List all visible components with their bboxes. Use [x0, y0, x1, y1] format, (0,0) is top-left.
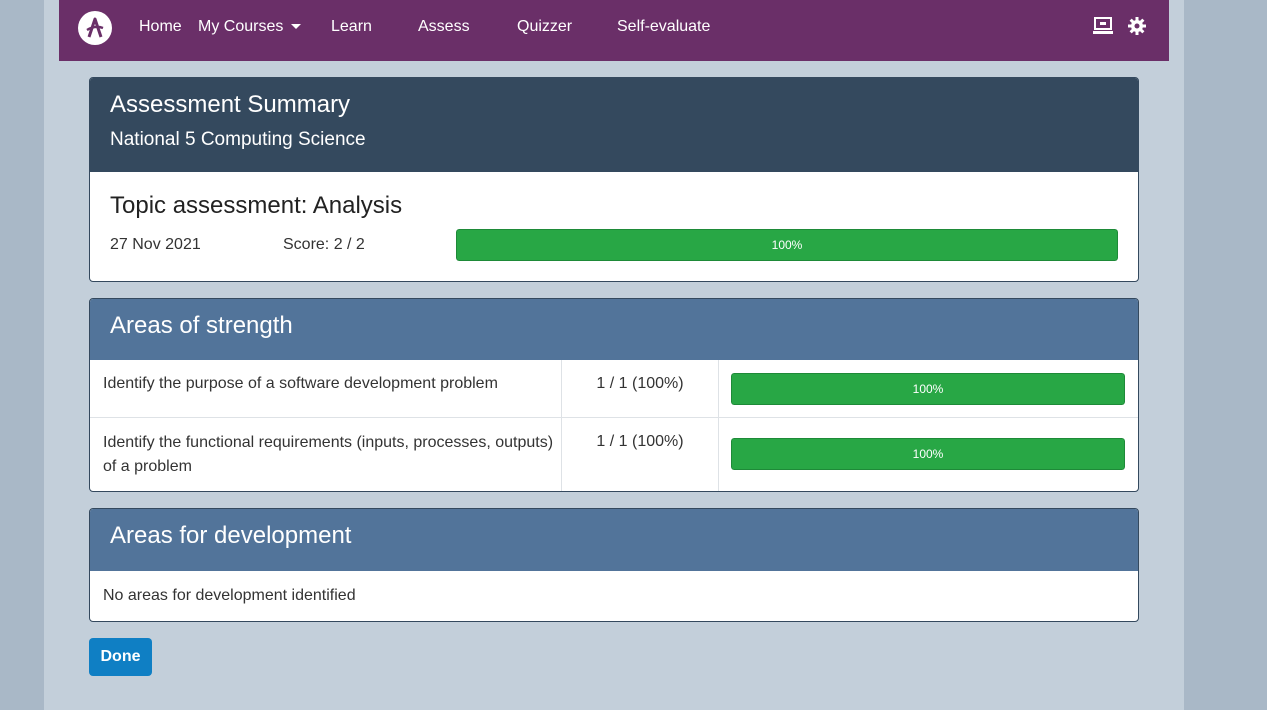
chevron-down-icon — [291, 24, 302, 30]
column-divider — [718, 360, 719, 417]
development-empty-text: No areas for development identified — [103, 587, 356, 604]
strength-header: Areas of strength — [90, 299, 1138, 360]
summary-title: Assessment Summary — [110, 91, 351, 118]
assessment-score: Score: 2 / 2 — [283, 236, 365, 253]
column-divider — [718, 418, 719, 491]
strength-card: Areas of strength Identify the purpose o… — [89, 298, 1139, 492]
nav-home[interactable]: Home — [139, 18, 182, 36]
development-card: Areas for development No areas for devel… — [89, 508, 1139, 622]
summary-card: Assessment Summary National 5 Computing … — [89, 77, 1139, 282]
topic-title: Topic assessment: Analysis — [110, 192, 403, 219]
column-divider — [561, 418, 562, 491]
gear-icon[interactable] — [1128, 17, 1146, 40]
nav-learn[interactable]: Learn — [331, 18, 372, 36]
summary-header: Assessment Summary National 5 Computing … — [90, 78, 1138, 172]
strength-title: Areas of strength — [110, 312, 293, 339]
strength-item-text: Identify the purpose of a software devel… — [103, 375, 498, 392]
done-button[interactable]: Done — [89, 638, 152, 676]
laptop-icon[interactable] — [1093, 17, 1113, 40]
table-row: Identify the purpose of a software devel… — [90, 360, 1138, 418]
assessment-date: 27 Nov 2021 — [110, 236, 201, 253]
nav-my-courses-label: My Courses — [198, 18, 284, 35]
nav-assess[interactable]: Assess — [418, 18, 470, 36]
nav-self-evaluate[interactable]: Self-evaluate — [617, 18, 710, 36]
strength-item-score: 1 / 1 (100%) — [596, 433, 684, 450]
app-logo[interactable] — [78, 11, 112, 45]
strength-progress-fill: 100% — [731, 438, 1125, 470]
strength-item-text: Identify the functional requirements (in… — [103, 434, 554, 475]
course-name: National 5 Computing Science — [110, 129, 366, 150]
strength-progress-fill: 100% — [731, 373, 1125, 405]
table-row: Identify the functional requirements (in… — [90, 418, 1138, 491]
top-navbar: Home My Courses Learn Assess Quizzer Sel… — [59, 0, 1169, 61]
summary-progress-fill: 100% — [456, 229, 1118, 261]
strength-progress-bar: 100% — [731, 438, 1125, 470]
nav-my-courses[interactable]: My Courses — [198, 18, 302, 36]
development-header: Areas for development — [90, 509, 1138, 571]
nav-quizzer[interactable]: Quizzer — [517, 18, 572, 36]
strength-progress-bar: 100% — [731, 373, 1125, 405]
strength-item-score: 1 / 1 (100%) — [596, 375, 684, 392]
logo-a-icon — [86, 17, 104, 38]
development-title: Areas for development — [110, 522, 352, 549]
summary-progress-bar: 100% — [456, 229, 1118, 261]
